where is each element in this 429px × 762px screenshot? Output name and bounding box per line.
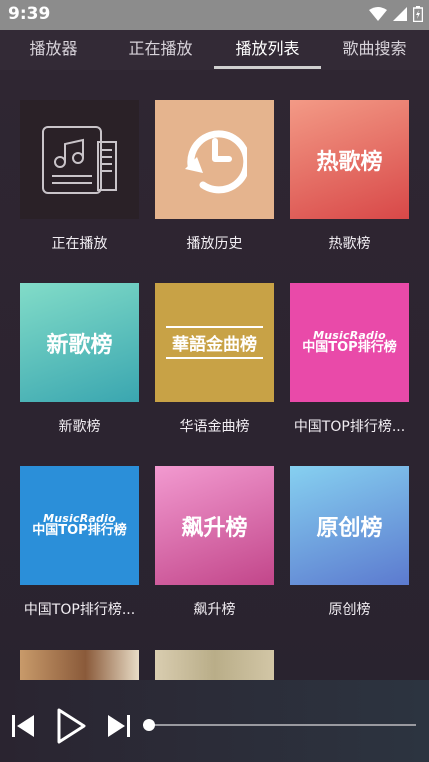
previous-icon[interactable] <box>10 713 36 739</box>
playlist-card-chinese-hits[interactable]: 華語金曲榜 华语金曲榜 <box>155 283 274 436</box>
chinese-hits-cover: 華語金曲榜 <box>155 283 274 402</box>
partial-cover <box>20 650 139 680</box>
playlist-title: 热歌榜 <box>328 236 371 252</box>
original-cover: 原创榜 <box>290 466 409 585</box>
active-tab-indicator <box>214 66 321 69</box>
rising-cover: 飙升榜 <box>155 466 274 585</box>
playlist-card-original[interactable]: 原创榜 原创榜 <box>290 466 409 619</box>
play-icon[interactable] <box>56 708 86 744</box>
tab-bar: 播放器 正在播放 播放列表 歌曲搜索 <box>0 30 429 70</box>
top-chart-cover: MusicRadio 中国TOP排行榜 <box>20 466 139 585</box>
music-document-icon <box>41 125 117 194</box>
playlist-card-new-songs[interactable]: 新歌榜 新歌榜 <box>20 283 139 436</box>
playlist-title: 正在播放 <box>51 236 108 252</box>
tab-playlist[interactable]: 播放列表 <box>214 30 321 70</box>
playlist-card-partial-1[interactable] <box>20 650 139 680</box>
playlist-title: 播放历史 <box>186 236 243 252</box>
music-radio-logo: MusicRadio 中国TOP排行榜 <box>32 513 126 538</box>
tab-player[interactable]: 播放器 <box>0 30 107 70</box>
cover-text: 新歌榜 <box>46 332 113 358</box>
cover-text: 热歌榜 <box>316 149 383 175</box>
playlist-title: 新歌榜 <box>58 419 101 435</box>
playlist-title: 中国TOP排行榜... <box>293 419 406 435</box>
wifi-icon <box>369 7 387 21</box>
hot-songs-cover: 热歌榜 <box>290 100 409 219</box>
progress-track[interactable] <box>143 724 416 726</box>
playlist-card-now-playing[interactable]: 正在播放 <box>20 100 139 253</box>
history-cover <box>155 100 274 219</box>
playlist-title: 原创榜 <box>328 602 371 618</box>
mini-player <box>0 680 429 762</box>
playlist-card-top-chart-2[interactable]: MusicRadio 中国TOP排行榜 中国TOP排行榜... <box>20 466 139 619</box>
playlist-title: 飙升榜 <box>193 602 236 618</box>
music-radio-logo: MusicRadio 中国TOP排行榜 <box>302 330 396 355</box>
top-chart-cover: MusicRadio 中国TOP排行榜 <box>290 283 409 402</box>
now-playing-cover <box>20 100 139 219</box>
partial-cover <box>155 650 274 680</box>
status-bar: 9:39 <box>0 0 429 30</box>
playlist-card-partial-2[interactable] <box>155 650 274 680</box>
progress-thumb[interactable] <box>143 719 155 731</box>
playlist-card-top-chart-1[interactable]: MusicRadio 中国TOP排行榜 中国TOP排行榜... <box>290 283 409 436</box>
playlist-title: 华语金曲榜 <box>179 419 250 435</box>
status-time: 9:39 <box>8 4 51 24</box>
cover-text: 原创榜 <box>316 515 383 541</box>
playlist-grid: 正在播放 播放历史 热歌榜 热歌榜 新歌榜 新歌榜 華語金曲榜 华语金曲榜 Mu… <box>0 70 429 680</box>
playlist-card-history[interactable]: 播放历史 <box>155 100 274 253</box>
new-songs-cover: 新歌榜 <box>20 283 139 402</box>
playlist-card-hot-songs[interactable]: 热歌榜 热歌榜 <box>290 100 409 253</box>
status-icons <box>369 6 423 22</box>
tab-now-playing[interactable]: 正在播放 <box>107 30 214 70</box>
logo-line-2: 中国TOP排行榜 <box>302 340 397 356</box>
signal-icon <box>393 7 407 21</box>
next-icon[interactable] <box>106 713 132 739</box>
playlist-title: 中国TOP排行榜... <box>23 602 136 618</box>
logo-line-2: 中国TOP排行榜 <box>32 523 127 539</box>
history-clock-icon <box>184 129 247 193</box>
cover-text: 飙升榜 <box>181 515 248 541</box>
battery-icon <box>413 6 423 22</box>
tab-song-search[interactable]: 歌曲搜索 <box>321 30 428 70</box>
cover-text: 華語金曲榜 <box>166 326 263 359</box>
playlist-card-rising[interactable]: 飙升榜 飙升榜 <box>155 466 274 619</box>
